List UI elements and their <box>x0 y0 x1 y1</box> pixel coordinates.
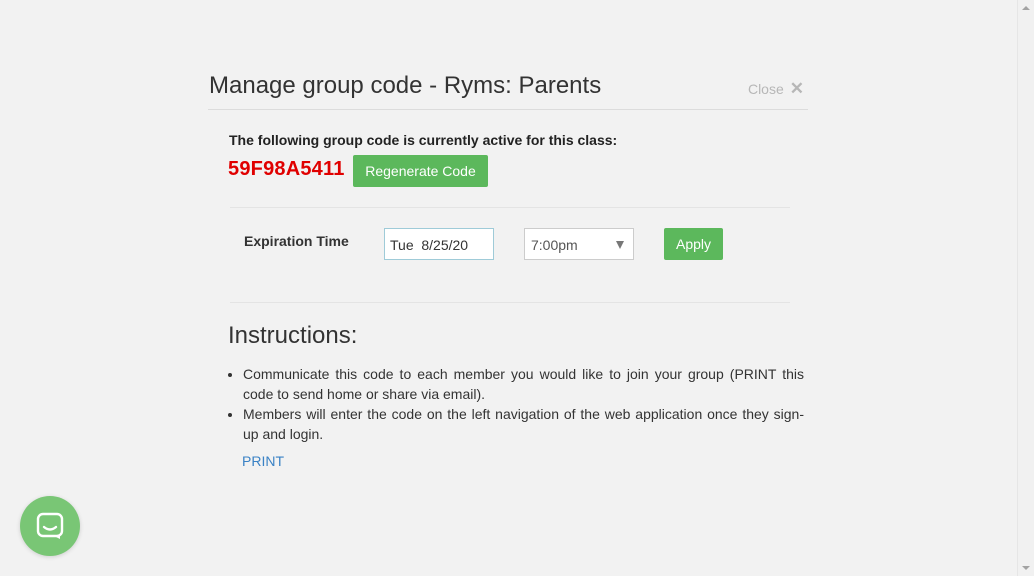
scroll-up-icon[interactable] <box>1022 6 1030 10</box>
modal-title: Manage group code - Ryms: Parents <box>209 72 602 99</box>
chat-icon <box>36 512 64 539</box>
group-code-value: 59F98A5411 <box>228 158 345 180</box>
instructions-title: Instructions: <box>228 322 358 349</box>
expiration-time-label: Expiration Time <box>244 233 349 249</box>
instructions-list: Communicate this code to each member you… <box>228 364 804 444</box>
list-item: Members will enter the code on the left … <box>243 404 804 444</box>
time-select-value: 7:00pm <box>531 237 578 253</box>
expiration-date-input[interactable]: Tue 8/25/20 <box>384 228 494 260</box>
page-scrollbar[interactable] <box>1017 0 1034 576</box>
manage-group-code-modal: Manage group code - Ryms: Parents Close … <box>208 60 808 469</box>
chat-launcher-button[interactable] <box>20 496 80 556</box>
close-icon: ✕ <box>789 79 804 98</box>
apply-button[interactable]: Apply <box>664 228 723 260</box>
active-code-text: The following group code is currently ac… <box>229 132 618 148</box>
close-button[interactable]: Close ✕ <box>747 79 804 98</box>
divider <box>230 207 790 208</box>
print-link[interactable]: PRINT <box>242 453 284 469</box>
expiration-time-select[interactable]: 7:00pm <box>524 228 634 260</box>
close-label: Close <box>747 81 784 97</box>
chevron-down-icon <box>616 241 624 249</box>
scroll-down-icon[interactable] <box>1022 566 1030 570</box>
regenerate-code-button[interactable]: Regenerate Code <box>353 155 488 187</box>
list-item: Communicate this code to each member you… <box>243 364 804 404</box>
modal-header: Manage group code - Ryms: Parents Close … <box>208 60 808 110</box>
divider <box>230 302 790 303</box>
